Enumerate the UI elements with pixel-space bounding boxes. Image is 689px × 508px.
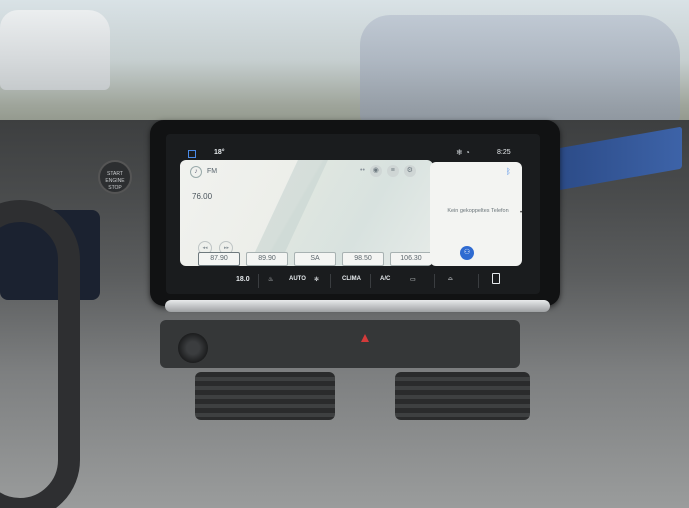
hazard-icon[interactable] [360, 333, 370, 343]
air-vent-right [395, 372, 530, 420]
panel-indicator: • [520, 210, 523, 216]
start-stop-button[interactable]: START ENGINE STOP [98, 160, 132, 194]
preset-list: 87.90 89.90 SA 98.50 106.30 [198, 252, 432, 266]
source-icon[interactable]: ◉ [369, 165, 382, 177]
radio-band: FM [207, 168, 218, 175]
music-note-icon: ♪ [190, 166, 202, 178]
list-icon[interactable]: ≡ [386, 165, 399, 177]
map-background [242, 160, 328, 266]
divider [434, 274, 435, 288]
outside-temperature: 18° [214, 149, 225, 156]
ac-button[interactable]: A/C [380, 276, 390, 282]
climate-bar: 18.0 ♨ AUTO ✻ CLIMA A/C ▭ ⌓ [166, 271, 540, 291]
chrome-trim [165, 300, 550, 312]
front-defrost-icon[interactable]: ⌓ [448, 276, 453, 283]
settings-icon[interactable]: ⚙ [403, 165, 416, 177]
divider [370, 274, 371, 288]
preset-button[interactable]: SA [294, 252, 336, 266]
phone-status-text: Kein gekoppeltes Telefon [447, 208, 509, 214]
divider [478, 274, 479, 288]
phone-widget[interactable]: ᛒ Kein gekoppeltes Telefon • ⚇ [430, 162, 522, 266]
seat-heat-icon[interactable]: ♨ [268, 276, 273, 283]
set-temperature[interactable]: 18.0 [236, 276, 250, 283]
air-vent-left [195, 372, 335, 420]
clima-button[interactable]: CLIMA [342, 276, 361, 282]
radio-widget[interactable]: ♪ FM 76.00 •• ◉ ≡ ⚙ ◂◂ ▸▸ 87.90 89.90 SA… [180, 160, 433, 266]
stop-label: STOP [108, 185, 122, 191]
bluetooth-icon: ᛒ [506, 167, 511, 176]
physical-controls-bar [160, 320, 520, 368]
preset-button[interactable]: 106.30 [390, 252, 432, 266]
infotainment-screen: 18° ❄ ◔ 8:25 ♪ FM 76.00 •• ◉ ≡ ⚙ ◂◂ ▸▸ 8… [166, 134, 540, 294]
phone-outline-icon[interactable] [492, 273, 500, 284]
parked-car [360, 15, 680, 125]
preset-button[interactable]: 98.50 [342, 252, 384, 266]
phone-connect-icon[interactable]: ⚇ [460, 246, 474, 260]
parked-van [0, 10, 110, 90]
rear-defrost-icon[interactable]: ▭ [410, 276, 416, 283]
volume-knob[interactable] [178, 333, 208, 363]
engine-label: ENGINE [105, 178, 125, 184]
preset-button[interactable]: 87.90 [198, 252, 240, 266]
status-icons: ❄ ◔ [456, 148, 470, 157]
start-label: START [107, 171, 123, 177]
auto-climate-button[interactable]: AUTO [289, 276, 306, 282]
preset-button[interactable]: 89.90 [246, 252, 288, 266]
overflow-icon[interactable]: •• [360, 167, 365, 174]
home-icon[interactable] [188, 150, 196, 158]
climate-icon: ❄ [456, 148, 463, 157]
radio-frequency: 76.00 [192, 192, 213, 201]
divider [330, 274, 331, 288]
divider [258, 274, 259, 288]
clock: 8:25 [497, 149, 511, 156]
fan-icon[interactable]: ✻ [314, 276, 319, 283]
steering-wheel [0, 200, 80, 508]
car-interior-photo: START ENGINE STOP 18° ❄ ◔ 8:25 ♪ FM 76.0… [0, 0, 689, 508]
radio-top-controls: •• ◉ ≡ ⚙ [360, 165, 416, 177]
wifi-icon: ◔ [464, 148, 470, 157]
